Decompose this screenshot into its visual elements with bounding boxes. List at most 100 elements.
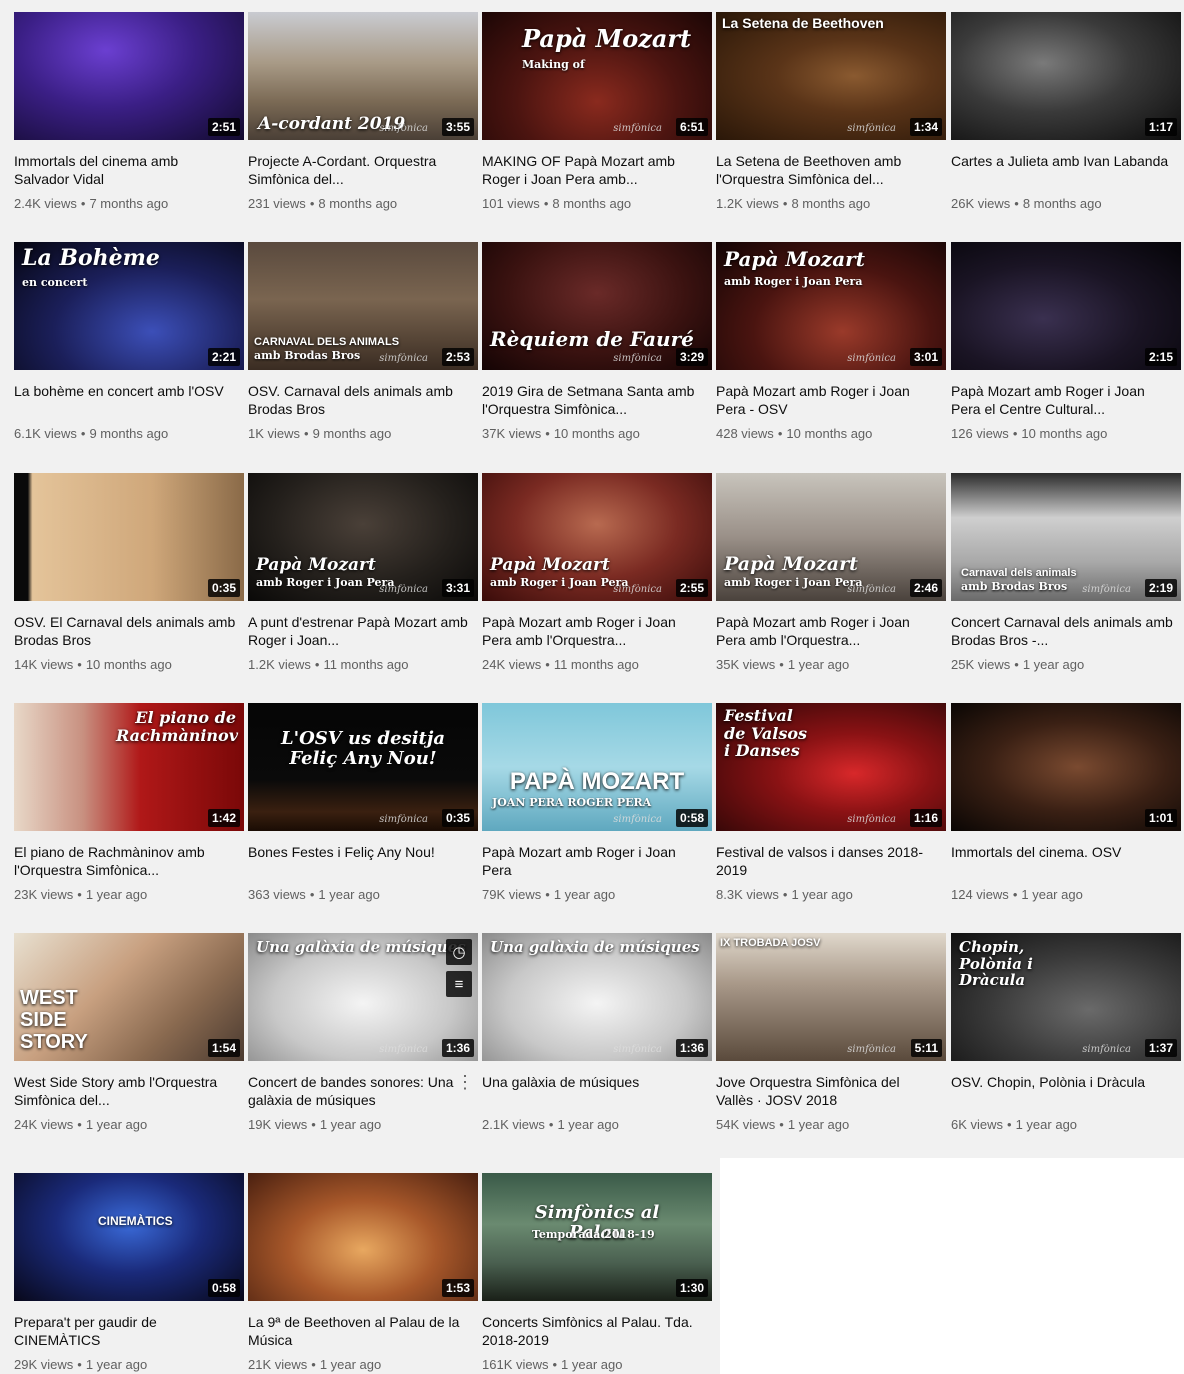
video-card[interactable]: Papà Mozart amb Roger i Joan Pera simfònic…	[716, 242, 946, 441]
video-thumbnail[interactable]: Chopin, Polònia i Dràcula simfònica 1:37	[951, 933, 1181, 1061]
video-card[interactable]: 0:35 OSV. El Carnaval dels animals amb Br…	[14, 473, 244, 672]
video-thumbnail[interactable]: 0:35	[14, 473, 244, 601]
video-thumbnail[interactable]: WEST SIDE STORY 1:54	[14, 933, 244, 1061]
video-thumbnail[interactable]: Papà Mozart amb Roger i Joan Pera simfònic…	[482, 473, 712, 601]
video-metadata: 29K views • 1 year ago	[14, 1357, 244, 1372]
video-thumbnail[interactable]: Rèquiem de Fauré simfònica 3:29	[482, 242, 712, 370]
video-title[interactable]: La Setena de Beethoven amb l'Orquestra S…	[716, 152, 938, 188]
video-title[interactable]: Immortals del cinema amb Salvador Vidal	[14, 152, 236, 188]
video-card[interactable]: CARNAVAL DELS ANIMALS amb Brodas Bros simf…	[248, 242, 478, 441]
video-metadata: 1.2K views • 8 months ago	[716, 196, 946, 211]
video-thumbnail[interactable]: Una galàxia de músiques simfònica 1:36	[482, 933, 712, 1061]
video-card[interactable]: La Bohème en concert 2:21 La bohème en conc…	[14, 242, 244, 441]
video-card[interactable]: 1:01 Immortals del cinema. OSV 124 views • 1…	[951, 703, 1181, 902]
thumbnail-overlay-title: Papà Mozart	[724, 247, 865, 271]
video-thumbnail[interactable]: 2:15	[951, 242, 1181, 370]
video-card[interactable]: Carnaval dels animals amb Brodas Bros simf…	[951, 473, 1181, 672]
video-thumbnail[interactable]: Simfònics al Palau Temporada 2018-19 1:30	[482, 1173, 712, 1301]
add-to-queue-icon[interactable]: ≡	[446, 971, 472, 997]
video-title[interactable]: Festival de valsos i danses 2018-2019	[716, 843, 938, 879]
video-title[interactable]: Papà Mozart amb Roger i Joan Pera amb l'…	[716, 613, 938, 649]
video-title[interactable]: Bones Festes i Feliç Any Nou!	[248, 843, 470, 879]
video-thumbnail[interactable]: A-cordant 2019 simfònica 3:55	[248, 12, 478, 140]
video-thumbnail[interactable]: Papà Mozart amb Roger i Joan Pera simfònic…	[716, 242, 946, 370]
video-title[interactable]: OSV. Carnaval dels animals amb Brodas Br…	[248, 382, 470, 418]
video-card[interactable]: 1:17 Cartes a Julieta amb Ivan Labanda 26K…	[951, 12, 1181, 211]
channel-watermark: simfònica	[847, 814, 896, 825]
video-thumbnail[interactable]: Carnaval dels animals amb Brodas Bros simf…	[951, 473, 1181, 601]
video-card[interactable]: Papà Mozart amb Roger i Joan Pera simfònic…	[248, 473, 478, 672]
view-count: 1.2K views	[248, 657, 311, 672]
video-card[interactable]: 2:15 Papà Mozart amb Roger i Joan Pera el…	[951, 242, 1181, 441]
video-card[interactable]: Una galàxia de músiques simfònica ◷ ≡ 1:36 Co…	[248, 933, 478, 1132]
meta-separator: •	[80, 426, 86, 441]
video-card[interactable]: CINEMÀTICS 0:58 Prepara't per gaudir de CI…	[14, 1173, 244, 1372]
video-title[interactable]: West Side Story amb l'Orquestra Simfònic…	[14, 1073, 236, 1109]
video-thumbnail[interactable]: Papà Mozart amb Roger i Joan Pera simfònic…	[248, 473, 478, 601]
video-title[interactable]: Prepara't per gaudir de CINEMÀTICS	[14, 1313, 236, 1349]
video-metadata: 24K views • 1 year ago	[14, 1117, 244, 1132]
video-title[interactable]: Concerts Simfònics al Palau. Tda. 2018-2…	[482, 1313, 704, 1349]
video-thumbnail[interactable]: La Bohème en concert 2:21	[14, 242, 244, 370]
video-card[interactable]: Papà Mozart Making of simfònica 6:51 MAKING …	[482, 12, 712, 211]
view-count: 23K views	[14, 887, 74, 902]
channel-watermark: simfònica	[379, 353, 428, 364]
video-title[interactable]: Papà Mozart amb Roger i Joan Pera - OSV	[716, 382, 938, 418]
video-metadata: 25K views • 1 year ago	[951, 657, 1181, 672]
meta-separator: •	[311, 1117, 316, 1132]
video-card[interactable]: 1:53 La 9ª de Beethoven al Palau de la Mú…	[248, 1173, 478, 1372]
video-card[interactable]: L'OSV us desitja Feliç Any Nou! simfònica…	[248, 703, 478, 902]
watch-later-icon[interactable]: ◷	[446, 939, 472, 965]
video-thumbnail[interactable]: CARNAVAL DELS ANIMALS amb Brodas Bros simf…	[248, 242, 478, 370]
video-card[interactable]: IX TROBADA JOSV simfònica 5:11 Jove Orquest…	[716, 933, 946, 1132]
video-title[interactable]: Concert de bandes sonores: Una galàxia d…	[248, 1073, 470, 1109]
video-card[interactable]: Papà Mozart amb Roger i Joan Pera simfònic…	[716, 473, 946, 672]
video-title[interactable]: Concert Carnaval dels animals amb Brodas…	[951, 613, 1173, 649]
video-card[interactable]: A-cordant 2019 simfònica 3:55 Projecte A-Co…	[248, 12, 478, 211]
video-card[interactable]: Papà Mozart amb Roger i Joan Pera simfònic…	[482, 473, 712, 672]
video-card[interactable]: 2:51 Immortals del cinema amb Salvador Vi…	[14, 12, 244, 211]
video-thumbnail[interactable]: 1:01	[951, 703, 1181, 831]
video-title[interactable]: Papà Mozart amb Roger i Joan Pera	[482, 843, 704, 879]
video-thumbnail[interactable]: Papà Mozart Making of simfònica 6:51	[482, 12, 712, 140]
video-thumbnail[interactable]: La Setena de Beethoven simfònica 1:34	[716, 12, 946, 140]
video-thumbnail[interactable]: PAPÀ MOZART JOAN PERA ROGER PERA simfònica…	[482, 703, 712, 831]
video-card[interactable]: Simfònics al Palau Temporada 2018-19 1:30 C…	[482, 1173, 712, 1372]
video-thumbnail[interactable]: Una galàxia de músiques simfònica ◷ ≡ 1:36	[248, 933, 478, 1061]
video-title[interactable]: 2019 Gira de Setmana Santa amb l'Orquest…	[482, 382, 704, 418]
video-title[interactable]: MAKING OF Papà Mozart amb Roger i Joan P…	[482, 152, 704, 188]
video-card[interactable]: El piano de Rachmàninov 1:42 El piano de R…	[14, 703, 244, 902]
video-card[interactable]: WEST SIDE STORY 1:54 West Side Story amb l…	[14, 933, 244, 1132]
video-thumbnail[interactable]: El piano de Rachmàninov 1:42	[14, 703, 244, 831]
video-title[interactable]: El piano de Rachmàninov amb l'Orquestra …	[14, 843, 236, 879]
video-title[interactable]: La 9ª de Beethoven al Palau de la Música	[248, 1313, 470, 1349]
video-title[interactable]: Una galàxia de músiques	[482, 1073, 704, 1109]
video-thumbnail[interactable]: Festival de Valsos i Danses simfònica 1:16	[716, 703, 946, 831]
meta-separator: •	[77, 1117, 82, 1132]
video-thumbnail[interactable]: L'OSV us desitja Feliç Any Nou! simfònica…	[248, 703, 478, 831]
video-title[interactable]: Cartes a Julieta amb Ivan Labanda	[951, 152, 1173, 188]
video-card[interactable]: PAPÀ MOZART JOAN PERA ROGER PERA simfònica…	[482, 703, 712, 902]
video-title[interactable]: OSV. El Carnaval dels animals amb Brodas…	[14, 613, 236, 649]
video-title[interactable]: Immortals del cinema. OSV	[951, 843, 1173, 879]
meta-separator: •	[309, 196, 315, 211]
video-title[interactable]: Projecte A-Cordant. Orquestra Simfònica …	[248, 152, 470, 188]
more-actions-icon[interactable]: ⋮	[456, 1073, 474, 1091]
video-thumbnail[interactable]: Papà Mozart amb Roger i Joan Pera simfònic…	[716, 473, 946, 601]
video-title[interactable]: OSV. Chopin, Polònia i Dràcula	[951, 1073, 1173, 1109]
video-thumbnail[interactable]: 1:17	[951, 12, 1181, 140]
video-title[interactable]: A punt d'estrenar Papà Mozart amb Roger …	[248, 613, 470, 649]
video-title[interactable]: La bohème en concert amb l'OSV	[14, 382, 236, 418]
video-title[interactable]: Papà Mozart amb Roger i Joan Pera amb l'…	[482, 613, 704, 649]
video-thumbnail[interactable]: 2:51	[14, 12, 244, 140]
video-title[interactable]: Jove Orquestra Simfònica del Vallès · JO…	[716, 1073, 938, 1109]
video-card[interactable]: Rèquiem de Fauré simfònica 3:29 2019 Gira d…	[482, 242, 712, 441]
video-thumbnail[interactable]: 1:53	[248, 1173, 478, 1301]
video-card[interactable]: La Setena de Beethoven simfònica 1:34 La Se…	[716, 12, 946, 211]
video-title[interactable]: Papà Mozart amb Roger i Joan Pera el Cen…	[951, 382, 1173, 418]
video-card[interactable]: Una galàxia de músiques simfònica 1:36 Una …	[482, 933, 712, 1132]
video-card[interactable]: Festival de Valsos i Danses simfònica 1:16…	[716, 703, 946, 902]
video-card[interactable]: Chopin, Polònia i Dràcula simfònica 1:37 OS…	[951, 933, 1181, 1132]
video-thumbnail[interactable]: IX TROBADA JOSV simfònica 5:11	[716, 933, 946, 1061]
video-thumbnail[interactable]: CINEMÀTICS 0:58	[14, 1173, 244, 1301]
